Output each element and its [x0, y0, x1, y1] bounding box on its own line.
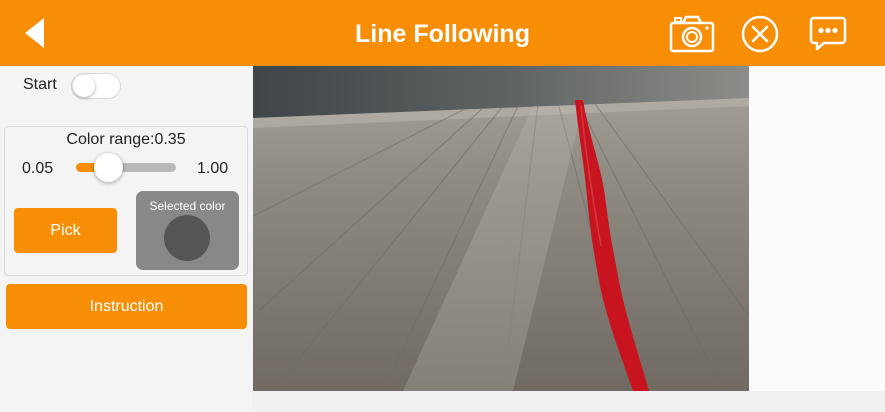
slider-thumb[interactable]	[93, 153, 123, 182]
back-arrow-icon	[25, 18, 44, 48]
chat-more-icon	[809, 16, 847, 51]
chat-button[interactable]	[804, 10, 852, 58]
start-label: Start	[23, 76, 57, 93]
selected-color-swatch	[164, 215, 210, 261]
start-toggle[interactable]	[71, 73, 121, 99]
close-circle-icon	[741, 15, 779, 53]
selected-color-panel: Selected color	[136, 191, 239, 270]
range-min-label: 0.05	[22, 160, 54, 177]
back-button[interactable]	[18, 14, 52, 52]
color-range-label: Color range:0.35	[66, 131, 186, 148]
instruction-button[interactable]: Instruction	[6, 284, 247, 329]
pick-button[interactable]: Pick	[14, 208, 117, 253]
bottom-strip	[252, 391, 885, 412]
close-button[interactable]	[736, 10, 784, 58]
range-max-label: 1.00	[197, 160, 229, 177]
right-blank-area	[749, 66, 885, 391]
camera-feed	[253, 66, 749, 391]
color-range-slider[interactable]	[76, 153, 176, 182]
top-bar: Line Following	[0, 0, 885, 66]
camera-feed-image	[253, 66, 749, 391]
selected-color-label: Selected color	[149, 199, 226, 213]
toggle-knob	[73, 75, 95, 97]
camera-icon	[669, 15, 715, 53]
camera-button[interactable]	[668, 10, 716, 58]
